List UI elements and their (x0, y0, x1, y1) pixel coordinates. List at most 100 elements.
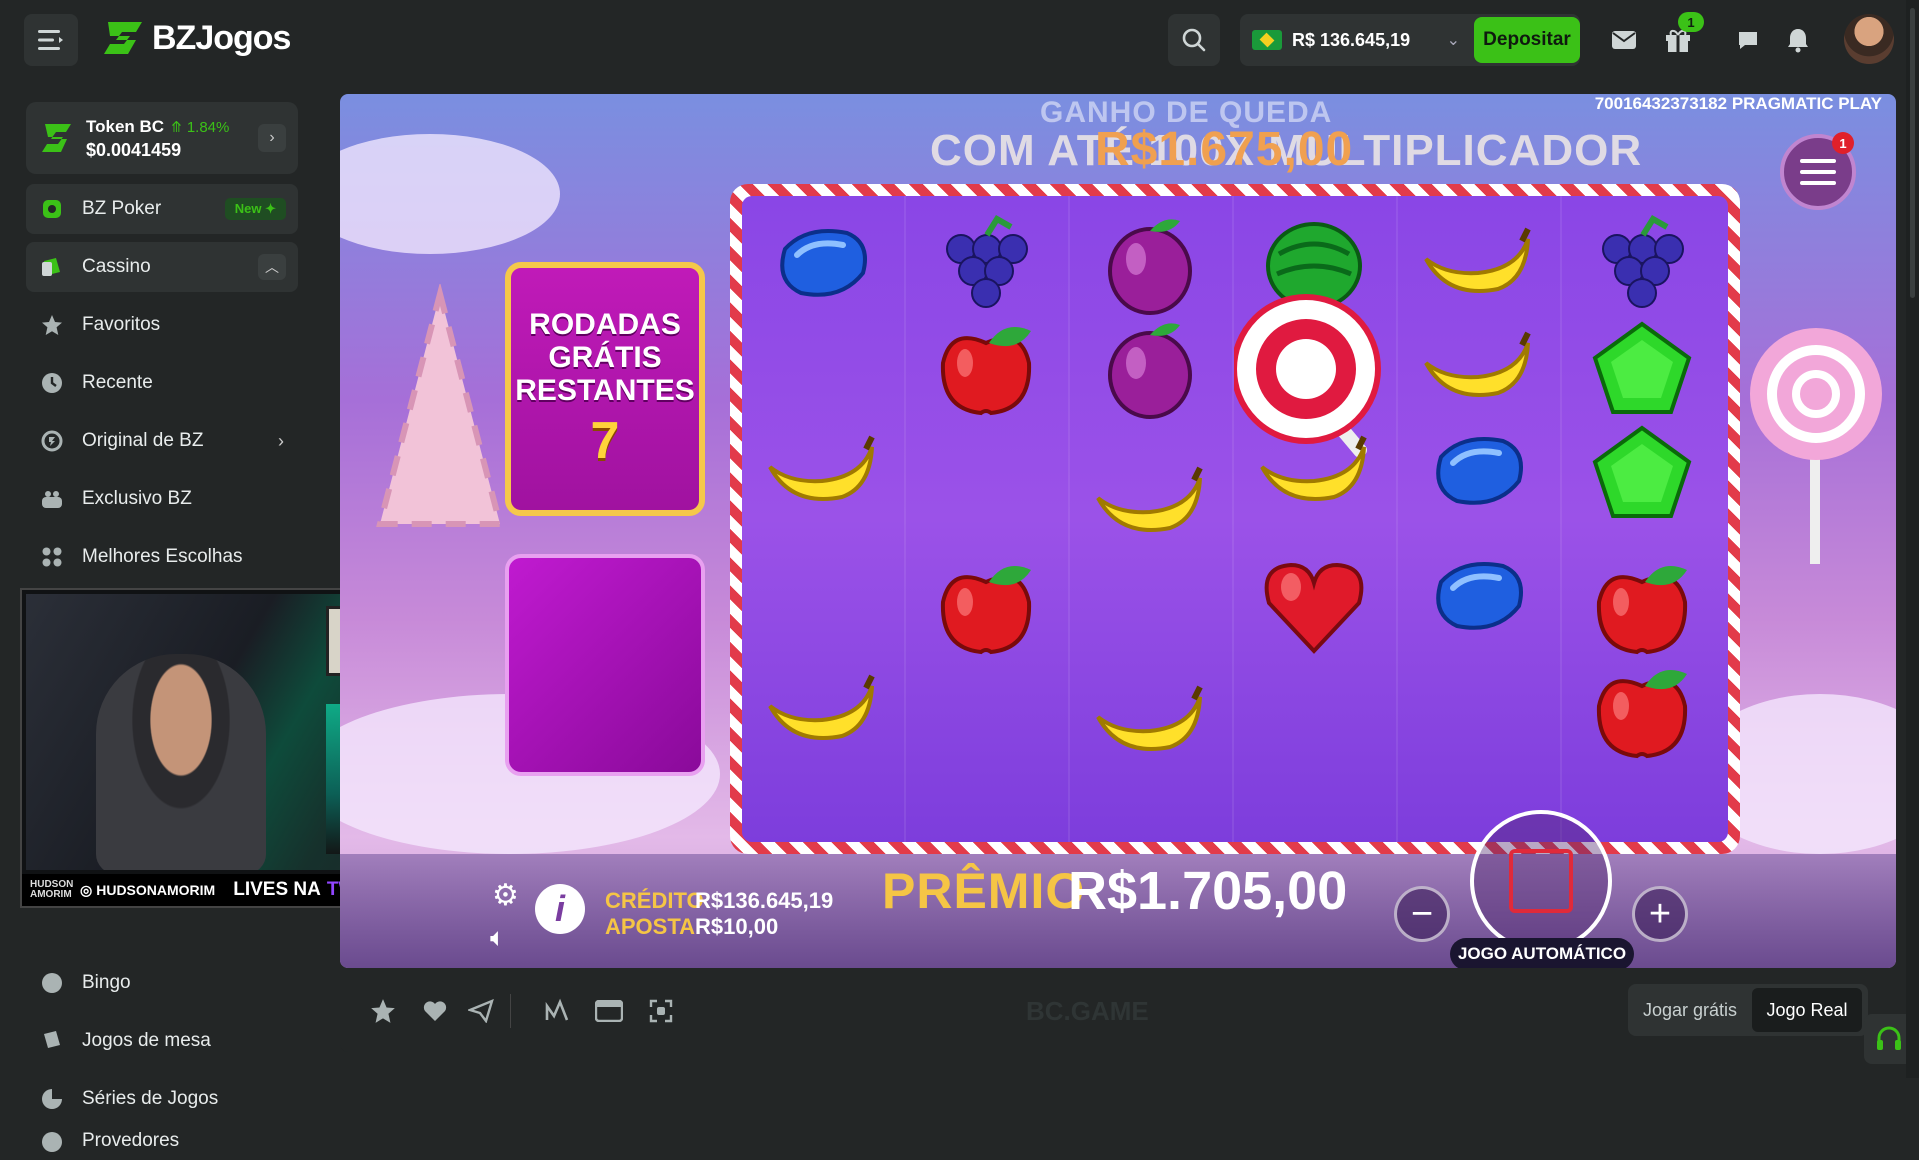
sidebar-item-cassino[interactable]: Cassino ︿ (26, 242, 298, 292)
original-icon (40, 429, 64, 453)
decrease-bet-button[interactable]: − (1394, 886, 1450, 942)
theater-mode-button[interactable] (594, 996, 624, 1026)
token-name: Token BC (86, 116, 165, 136)
sidebar-item-label: Melhores Escolhas (82, 546, 243, 567)
chat-button[interactable] (1724, 14, 1772, 66)
reel-divider (904, 196, 906, 842)
page-scrollbar[interactable] (1906, 0, 1919, 1078)
gift-count-badge: 1 (1678, 12, 1704, 32)
settings-gear-icon[interactable]: ⚙ (492, 878, 519, 913)
star-icon (371, 999, 395, 1023)
share-button[interactable] (466, 996, 496, 1026)
plum-symbol (1085, 303, 1215, 433)
sidebar-item-label: Provedores (82, 1130, 180, 1151)
streamer (96, 654, 266, 870)
game-round-id: 70016432373182 PRAGMATIC PLAY (1595, 94, 1882, 114)
search-icon (1182, 28, 1206, 52)
menu-toggle-button[interactable] (24, 14, 78, 66)
token-change-value: 1.84% (186, 118, 230, 136)
free-spins-panel: RODADAS GRÁTIS RESTANTES 7 (505, 262, 705, 516)
fullscreen-button[interactable] (646, 996, 676, 1026)
sidebar-item-label: Cassino (82, 256, 151, 277)
sidebar-item-series-de-jogos[interactable]: Séries de Jogos (26, 1074, 298, 1124)
sidebar-item-bingo[interactable]: Bingo (26, 958, 298, 1008)
fullscreen-icon (649, 999, 673, 1023)
game-menu-button[interactable]: 1 (1780, 132, 1856, 210)
lives-cta: LIVES NA (233, 879, 321, 900)
hamburger-icon (38, 30, 63, 50)
reel-frame (730, 184, 1740, 854)
bet-value: R$10,00 (695, 914, 779, 939)
brand-logo[interactable]: BZJogos (102, 18, 291, 58)
sidebar-item-original-de-bz[interactable]: Original de BZ › (26, 416, 298, 466)
cloud (340, 134, 560, 254)
scrollbar-thumb[interactable] (1910, 8, 1915, 298)
user-avatar[interactable] (1844, 14, 1894, 64)
sidebar-item-label: BZ Poker (82, 198, 162, 219)
sidebar-item-provedores[interactable]: Provedores (26, 1130, 298, 1160)
round-id-number: 70016432373182 (1594, 94, 1728, 113)
table-games-icon (40, 1029, 64, 1053)
series-icon (40, 1087, 64, 1111)
game-toolbar: BC.GAME Jogar grátis Jogo Real (340, 968, 1896, 1052)
autoplay-button[interactable]: JOGO AUTOMÁTICO (1450, 938, 1634, 968)
poker-icon (40, 197, 64, 221)
notifications-button[interactable] (1774, 14, 1822, 66)
new-badge: New ✦ (224, 198, 286, 220)
like-button[interactable] (420, 996, 450, 1026)
search-button[interactable] (1168, 14, 1220, 66)
increase-bet-button[interactable]: + (1632, 886, 1688, 942)
exclusive-icon (40, 487, 64, 511)
mail-button[interactable] (1600, 14, 1648, 66)
gift-button[interactable]: 1 (1654, 12, 1704, 66)
blue-candy-symbol (757, 199, 887, 329)
wallet-balance: R$ 136.645,19 (1292, 29, 1411, 50)
apple-symbol (1577, 646, 1707, 776)
sidebar-item-bz-poker[interactable]: BZ Poker New ✦ (26, 184, 298, 234)
bet-label: APOSTA (605, 914, 696, 939)
credit-value: R$136.645,19 (695, 888, 834, 913)
apple-symbol (921, 303, 1051, 433)
deposit-button[interactable]: Depositar (1474, 17, 1580, 63)
favorite-star-button[interactable] (368, 996, 398, 1026)
icecream-cone-decoration (376, 284, 504, 527)
sidebar-item-recente[interactable]: Recente (26, 358, 298, 408)
free-spins-label: RODADAS GRÁTIS RESTANTES (515, 307, 695, 407)
info-button[interactable]: i (535, 884, 585, 934)
chevron-right-icon: › (278, 430, 284, 451)
mail-icon (1612, 31, 1636, 49)
sidebar-item-exclusivo-bz[interactable]: Exclusivo BZ (26, 474, 298, 524)
tumble-win-amount: R$1.675,00 (1095, 123, 1354, 176)
stats-button[interactable] (542, 996, 572, 1026)
banana-symbol (757, 646, 887, 776)
sidebar-item-label: Original de BZ (82, 430, 204, 451)
credit-label: CRÉDITO (605, 888, 704, 913)
providers-icon (40, 1130, 64, 1154)
chevron-right-icon[interactable]: › (258, 124, 286, 152)
blue-candy-symbol (1413, 532, 1543, 662)
new-badge-label: New (234, 201, 262, 216)
chevron-up-icon[interactable]: ︿ (258, 254, 286, 280)
token-bc-card[interactable]: Token BC ⤊ 1.84% $0.0041459 › (26, 102, 298, 174)
sidebar-item-label: Séries de Jogos (82, 1088, 219, 1109)
prize-value: R$1.705,00 (1068, 861, 1348, 921)
sidebar-item-favoritos[interactable]: Favoritos (26, 300, 298, 350)
sidebar-item-melhores-escolhas[interactable]: Melhores Escolhas (26, 532, 298, 582)
reel-divider (1560, 196, 1562, 842)
window-icon (595, 1000, 623, 1022)
brazil-flag-icon (1252, 30, 1282, 50)
sidebar-item-jogos-de-mesa[interactable]: Jogos de mesa (26, 1016, 298, 1066)
menu-notification-badge: 1 (1832, 132, 1854, 154)
heart-icon (423, 1001, 447, 1021)
streamer-tag: HUDSON AMORIM (30, 879, 74, 900)
logo-mark-icon (104, 22, 142, 54)
free-spins-count: 7 (590, 411, 620, 470)
sound-icon[interactable]: 🔈︎ (490, 922, 506, 954)
real-money-option[interactable]: Jogo Real (1752, 988, 1862, 1032)
spin-button[interactable] (1470, 810, 1612, 952)
play-free-option[interactable]: Jogar grátis (1628, 1000, 1752, 1021)
green-candy-symbol (1577, 407, 1707, 537)
hamburger-icon (1800, 159, 1836, 185)
token-logo-icon (42, 124, 71, 152)
game-frame: GANHO DE QUEDA COM ATÉ 100X MULTIPLICADO… (340, 94, 1896, 968)
